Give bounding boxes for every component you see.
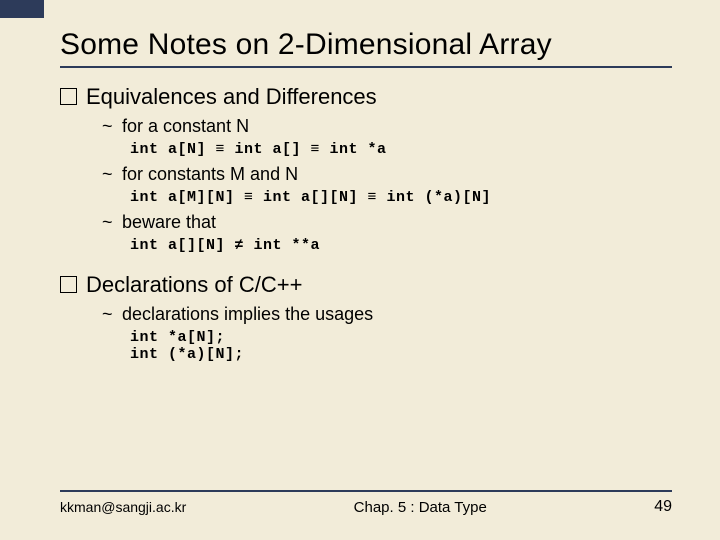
code-line: int *a[N]; int (*a)[N]; [130,329,672,363]
section-heading: Declarations of C/C++ [60,272,672,298]
code-line: int a[M][N] ≡ int a[][N] ≡ int (*a)[N] [130,189,672,206]
footer-row: kkman@sangji.ac.kr Chap. 5 : Data Type 4… [60,498,672,516]
title-underline [60,66,672,68]
bullet-item: beware that [102,212,672,233]
page-title: Some Notes on 2-Dimensional Array [60,28,672,62]
code-line: int a[N] ≡ int a[] ≡ int *a [130,141,672,158]
bullet-item: declarations implies the usages [102,304,672,325]
footer-author: kkman@sangji.ac.kr [60,499,186,515]
footer-page-number: 49 [654,498,672,516]
footer: kkman@sangji.ac.kr Chap. 5 : Data Type 4… [0,490,720,516]
bullet-item: for a constant N [102,116,672,137]
section-declarations: Declarations of C/C++ declarations impli… [60,272,672,363]
section-heading: Equivalences and Differences [60,84,672,110]
slide-body: Some Notes on 2-Dimensional Array Equiva… [0,0,720,363]
code-line: int a[][N] ≠ int **a [130,237,672,254]
footer-divider [60,490,672,492]
bullet-item: for constants M and N [102,164,672,185]
footer-chapter: Chap. 5 : Data Type [186,499,654,516]
section-equivalences: Equivalences and Differences for a const… [60,84,672,254]
corner-accent [0,0,44,18]
